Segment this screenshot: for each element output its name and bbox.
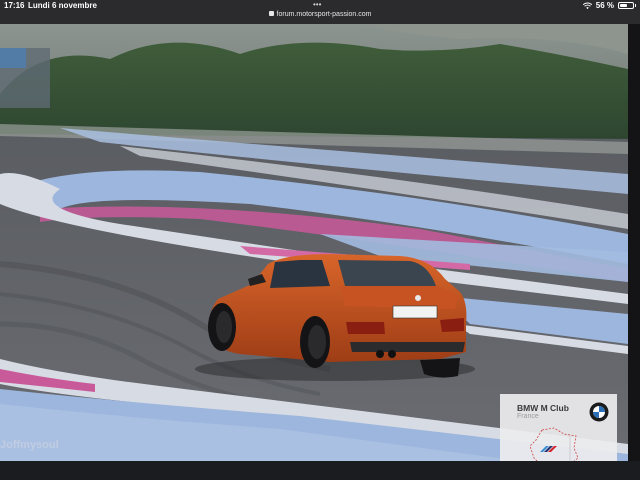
racing-photo[interactable]: Joffmysoul BMW M Club France bbox=[0, 24, 628, 461]
battery-percent: 56 % bbox=[595, 1, 614, 10]
bottom-toolbar bbox=[0, 461, 640, 480]
status-bar: 17:16 Lundi 6 novembre ••• forum.motorsp… bbox=[0, 0, 640, 24]
address-bar[interactable]: forum.motorsport-passion.com bbox=[0, 11, 640, 18]
badge-title: BMW M Club bbox=[517, 403, 569, 413]
wifi-icon bbox=[582, 2, 592, 9]
france-map-icon bbox=[529, 427, 579, 461]
battery-icon bbox=[618, 2, 636, 9]
url-text: forum.motorsport-passion.com bbox=[276, 11, 372, 18]
photographer-watermark: Joffmysoul bbox=[0, 439, 59, 451]
more-dots-icon[interactable]: ••• bbox=[313, 0, 321, 9]
clock-time: 17:16 bbox=[4, 1, 25, 10]
badge-subtitle: France bbox=[517, 413, 539, 420]
lock-icon bbox=[268, 11, 274, 16]
date-label: Lundi 6 novembre bbox=[28, 1, 97, 10]
page-edge bbox=[628, 24, 640, 461]
system-indicators: 56 % bbox=[582, 1, 636, 10]
bmw-m-club-badge: BMW M Club France bbox=[500, 394, 617, 461]
bmw-logo-icon bbox=[589, 402, 609, 422]
battery-fill bbox=[620, 4, 627, 7]
